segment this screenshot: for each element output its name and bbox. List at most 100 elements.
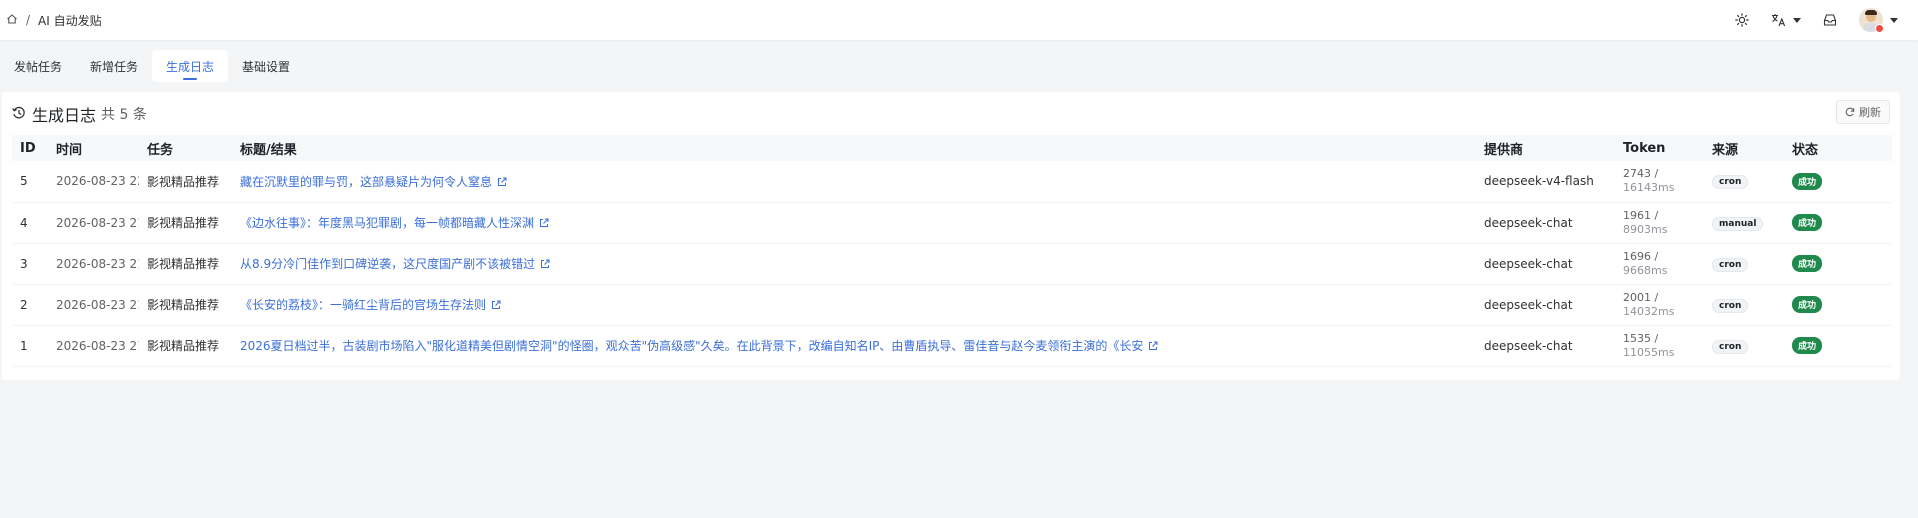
cell-provider: deepseek-v4-flash — [1484, 174, 1594, 189]
result-title-link[interactable]: 《长安的荔枝》：一骑红尘背后的官场生存法则 — [240, 298, 501, 312]
table-row: 5 2026-08-23 22:55 影视精品推荐 藏在沉默里的罪与罚，这部悬疑… — [12, 161, 1892, 202]
chevron-down-icon — [1793, 17, 1801, 23]
status-badge: 成功 — [1792, 172, 1823, 190]
cell-source: cron — [1704, 284, 1784, 325]
breadcrumb-current: AI 自动发贴 — [38, 13, 102, 28]
cell-time: 2026-08-23 22:55 — [56, 174, 139, 189]
table-row: 4 2026-08-23 21:54 影视精品推荐 《边水往事》：年度黑马犯罪剧… — [12, 202, 1892, 243]
cell-id: 4 — [20, 215, 28, 230]
source-badge: cron — [1712, 298, 1749, 313]
cell-id: 2 — [20, 297, 28, 312]
col-provider: 提供商 — [1484, 142, 1524, 158]
tab-bar: 发帖任务 新增任务 生成日志 基础设置 — [0, 50, 304, 84]
cell-title: 从8.9分冷门佳作到口碑逆袭，这尺度国产剧不该被错过 — [232, 243, 1476, 284]
col-title: 标题/结果 — [240, 142, 297, 158]
notification-badge — [1875, 23, 1884, 33]
cell-task: 影视精品推荐 — [147, 298, 220, 312]
refresh-button[interactable]: 刷新 — [1836, 100, 1890, 124]
tab-new-task[interactable]: 新增任务 — [76, 50, 152, 82]
cell-source: cron — [1704, 325, 1784, 366]
cell-task: 影视精品推荐 — [147, 339, 220, 353]
sun-icon[interactable] — [1735, 13, 1749, 27]
cell-provider: deepseek-chat — [1484, 256, 1573, 271]
col-token: Token — [1623, 140, 1666, 156]
cell-token: 1535 /11055ms — [1623, 331, 1675, 359]
card-title: 生成日志 共 5 条 — [12, 102, 147, 126]
refresh-icon — [1845, 107, 1855, 117]
cell-id: 3 — [20, 256, 28, 271]
col-time: 时间 — [56, 142, 83, 158]
cell-token: 2001 /14032ms — [1623, 290, 1675, 318]
status-badge: 成功 — [1792, 296, 1823, 313]
cell-task: 影视精品推荐 — [147, 216, 220, 230]
history-icon — [12, 105, 26, 124]
col-status: 状态 — [1792, 142, 1819, 158]
status-badge: 成功 — [1792, 255, 1823, 272]
refresh-label: 刷新 — [1859, 106, 1881, 119]
translate-icon[interactable] — [1771, 13, 1801, 27]
table-row: 2 2026-08-23 21:25 影视精品推荐 《长安的荔枝》：一骑红尘背后… — [12, 284, 1892, 325]
external-link-icon — [540, 258, 550, 272]
log-card: 生成日志 共 5 条 刷新 ID 时间 任务 标题/结果 提供商 Token 来… — [2, 92, 1900, 380]
cell-task: 影视精品推荐 — [147, 257, 220, 271]
col-id: ID — [20, 140, 36, 156]
top-bar: / AI 自动发贴 — [0, 0, 1918, 40]
external-link-icon — [491, 299, 501, 313]
cell-status: 成功 — [1784, 284, 1892, 325]
status-badge: 成功 — [1792, 214, 1823, 231]
source-badge: cron — [1712, 339, 1749, 354]
cell-provider: deepseek-chat — [1484, 338, 1573, 353]
col-task: 任务 — [147, 142, 174, 158]
cell-title: 《边水往事》：年度黑马犯罪剧，每一帧都暗藏人性深渊 — [232, 202, 1476, 243]
external-link-icon — [497, 176, 507, 190]
user-menu[interactable] — [1859, 8, 1898, 33]
cell-provider: deepseek-chat — [1484, 215, 1573, 230]
status-badge: 成功 — [1792, 337, 1823, 354]
breadcrumb-separator: / — [26, 13, 31, 27]
tab-post-tasks[interactable]: 发帖任务 — [0, 50, 76, 82]
tab-generation-log[interactable]: 生成日志 — [152, 50, 229, 82]
result-title-link[interactable]: 2026夏日档过半，古装剧市场陷入"服化道精美但剧情空洞"的怪圈，观众苦"伪高级… — [240, 339, 1158, 353]
cell-time: 2026-08-23 21:54 — [56, 215, 139, 230]
cell-source: cron — [1704, 161, 1784, 202]
cell-title: 《长安的荔枝》：一骑红尘背后的官场生存法则 — [232, 284, 1476, 325]
home-icon[interactable] — [6, 13, 18, 28]
cell-token: 1696 /9668ms — [1623, 249, 1668, 277]
cell-provider: deepseek-chat — [1484, 297, 1573, 312]
table-header-row: ID 时间 任务 标题/结果 提供商 Token 来源 状态 — [12, 135, 1892, 161]
cell-title: 2026夏日档过半，古装剧市场陷入"服化道精美但剧情空洞"的怪圈，观众苦"伪高级… — [232, 325, 1476, 366]
result-title-link[interactable]: 从8.9分冷门佳作到口碑逆袭，这尺度国产剧不该被错过 — [240, 257, 550, 271]
table-row: 1 2026-08-23 21:20 影视精品推荐 2026夏日档过半，古装剧市… — [12, 325, 1892, 366]
cell-title: 藏在沉默里的罪与罚，这部悬疑片为何令人窒息 — [232, 161, 1476, 202]
cell-source: cron — [1704, 243, 1784, 284]
external-link-icon — [1148, 340, 1158, 354]
inbox-icon[interactable] — [1823, 13, 1837, 27]
source-badge: cron — [1712, 257, 1749, 272]
cell-time: 2026-08-23 21:20 — [56, 338, 139, 353]
cell-token: 2743 /16143ms — [1623, 167, 1675, 195]
cell-status: 成功 — [1784, 325, 1892, 366]
cell-status: 成功 — [1784, 202, 1892, 243]
source-badge: cron — [1712, 175, 1749, 190]
cell-time: 2026-08-23 21:25 — [56, 297, 139, 312]
cell-source: manual — [1704, 202, 1784, 243]
cell-id: 1 — [20, 338, 28, 353]
tab-basic-settings[interactable]: 基础设置 — [228, 50, 304, 82]
log-title: 生成日志 — [32, 106, 97, 125]
external-link-icon — [539, 217, 549, 231]
log-table: ID 时间 任务 标题/结果 提供商 Token 来源 状态 5 2026-08… — [12, 135, 1892, 367]
breadcrumb: / AI 自动发贴 — [6, 12, 102, 29]
cell-task: 影视精品推荐 — [147, 174, 220, 189]
top-toolbar — [1713, 0, 1898, 40]
chevron-down-icon — [1890, 17, 1898, 23]
cell-id: 5 — [20, 174, 28, 189]
source-badge: manual — [1712, 216, 1764, 231]
cell-status: 成功 — [1784, 243, 1892, 284]
result-title-link[interactable]: 《边水往事》：年度黑马犯罪剧，每一帧都暗藏人性深渊 — [240, 216, 549, 230]
cell-time: 2026-08-23 21:35 — [56, 256, 139, 271]
cell-token: 1961 /8903ms — [1623, 208, 1668, 236]
col-source: 来源 — [1712, 142, 1739, 158]
log-count: 共 5 条 — [101, 107, 147, 123]
result-title-link[interactable]: 藏在沉默里的罪与罚，这部悬疑片为何令人窒息 — [240, 175, 507, 189]
cell-status: 成功 — [1784, 161, 1892, 202]
